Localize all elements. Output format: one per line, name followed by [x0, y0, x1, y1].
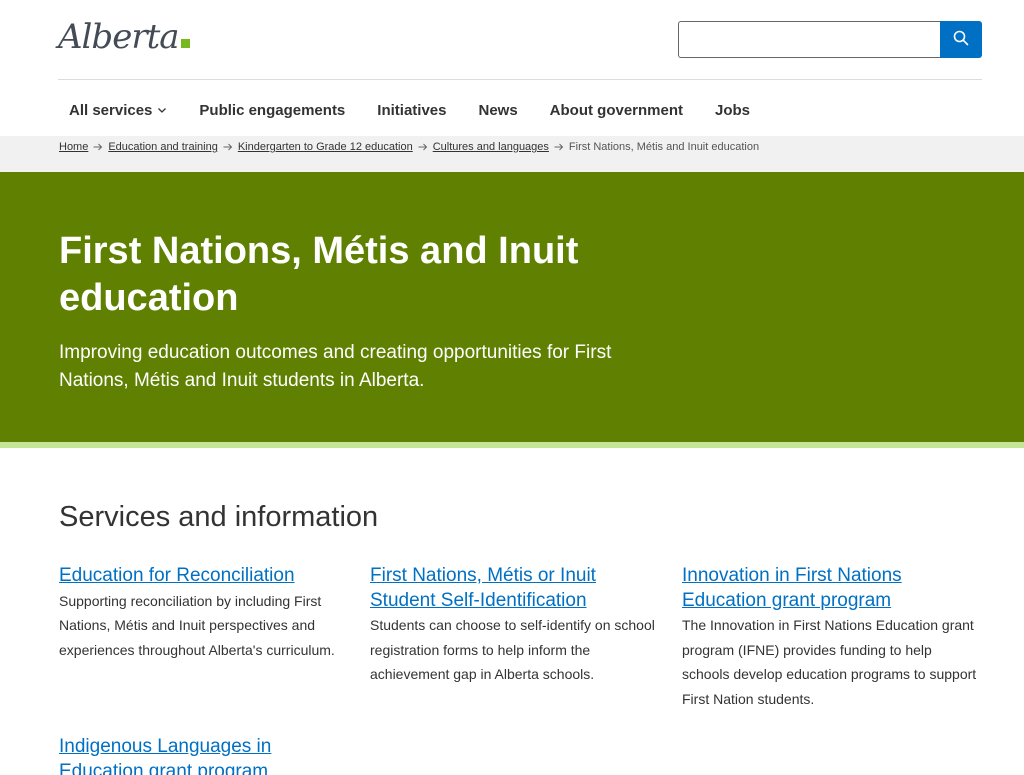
breadcrumb-link-cultures-languages[interactable]: Cultures and languages	[433, 141, 549, 153]
search-button[interactable]	[940, 21, 982, 58]
search-icon	[953, 30, 969, 49]
nav-item-label: Jobs	[715, 101, 751, 119]
main-nav: All services Public engagements Initiati…	[58, 92, 782, 128]
service-description: Students can choose to self-identify on …	[370, 617, 655, 682]
service-link-self-identification[interactable]: First Nations, Métis or Inuit Student Se…	[370, 564, 620, 613]
page-title: First Nations, Métis and Inuit education	[59, 230, 579, 319]
search-form	[678, 21, 982, 58]
nav-item-label: Initiatives	[377, 101, 447, 119]
breadcrumb-link-education-training[interactable]: Education and training	[108, 141, 217, 153]
arrow-right-icon	[93, 143, 103, 151]
site-header: Alberta	[0, 0, 1024, 80]
nav-item-label: Public engagements	[199, 101, 346, 119]
nav-item-about-government[interactable]: About government	[550, 102, 694, 119]
breadcrumb-bar: Home Education and training Kindergarten…	[0, 136, 1024, 172]
nav-item-jobs[interactable]: Jobs	[715, 102, 761, 119]
service-card: First Nations, Métis or Inuit Student Se…	[370, 564, 660, 687]
search-input[interactable]	[678, 21, 940, 58]
logo-mark	[180, 39, 190, 48]
nav-item-label: All services	[69, 101, 153, 119]
breadcrumb-link-k12[interactable]: Kindergarten to Grade 12 education	[238, 141, 413, 153]
service-link-ifne-grant[interactable]: Innovation in First Nations Education gr…	[682, 564, 922, 613]
nav-item-news[interactable]: News	[478, 102, 528, 119]
service-link-indigenous-languages-grant[interactable]: Indigenous Languages in Education grant …	[59, 735, 299, 775]
arrow-right-icon	[418, 143, 428, 151]
alberta-logo[interactable]: Alberta	[58, 18, 190, 56]
service-description: Supporting reconciliation by including F…	[59, 592, 335, 658]
service-card: Innovation in First Nations Education gr…	[682, 564, 978, 711]
breadcrumb-current: First Nations, Métis and Inuit education	[568, 141, 760, 153]
breadcrumb: Home Education and training Kindergarten…	[59, 141, 759, 153]
service-card: Indigenous Languages in Education grant …	[59, 735, 354, 775]
nav-item-all-services[interactable]: All services	[58, 102, 178, 119]
nav-item-public-engagements[interactable]: Public engagements	[199, 102, 356, 119]
section-title: Services and information	[59, 501, 379, 533]
logo-text: Alberta	[58, 17, 179, 57]
nav-item-label: News	[478, 101, 518, 119]
hero-accent-bar	[0, 442, 1024, 448]
arrow-right-icon	[223, 143, 233, 151]
arrow-right-icon	[554, 143, 564, 151]
breadcrumb-link-home[interactable]: Home	[59, 141, 88, 153]
service-link-education-reconciliation[interactable]: Education for Reconciliation	[59, 564, 354, 589]
chevron-down-icon	[157, 105, 167, 115]
header-divider	[58, 79, 982, 80]
nav-item-label: About government	[549, 101, 684, 119]
hero-lead: Improving education outcomes and creatin…	[59, 342, 612, 391]
nav-item-initiatives[interactable]: Initiatives	[377, 102, 457, 119]
service-card: Education for Reconciliation Supporting …	[59, 564, 354, 662]
service-description: The Innovation in First Nations Educatio…	[682, 617, 977, 707]
hero-banner: First Nations, Métis and Inuit education…	[0, 172, 1024, 442]
